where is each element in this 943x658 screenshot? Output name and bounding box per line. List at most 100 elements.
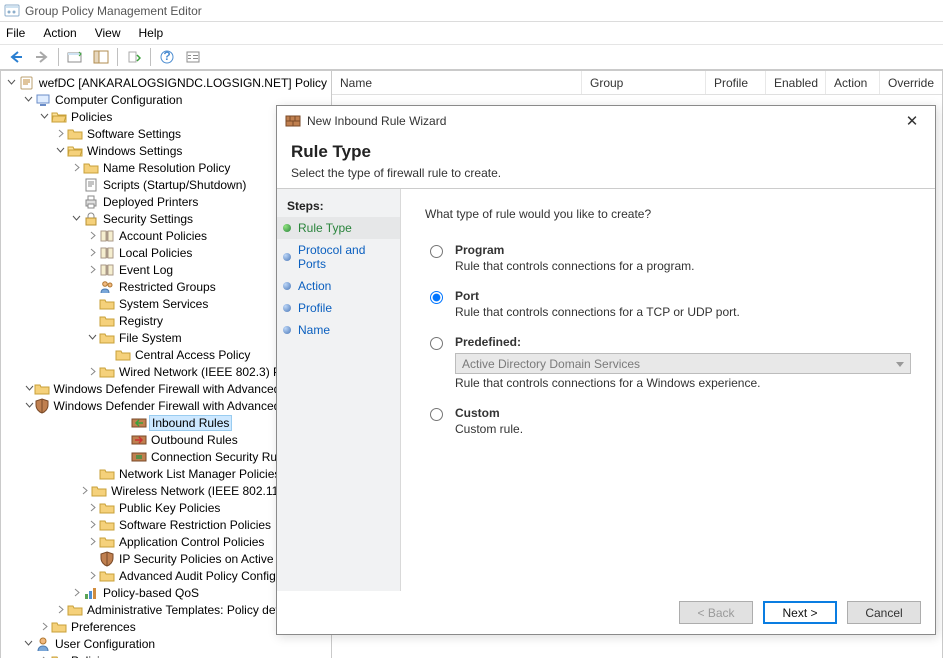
- step-rule-type[interactable]: Rule Type: [277, 217, 400, 239]
- collapse-icon[interactable]: [53, 144, 67, 158]
- collapse-icon[interactable]: [69, 212, 83, 226]
- menu-bar: File Action View Help: [0, 22, 943, 44]
- folder-icon: [34, 381, 50, 397]
- menu-file[interactable]: File: [6, 26, 25, 40]
- menu-view[interactable]: View: [95, 26, 121, 40]
- tree-label: Registry: [119, 314, 163, 328]
- option-predefined[interactable]: Predefined: Active Directory Domain Serv…: [425, 335, 911, 390]
- col-override[interactable]: Override: [880, 71, 942, 94]
- browse-button[interactable]: [63, 46, 87, 68]
- col-action[interactable]: Action: [826, 71, 880, 94]
- no-expander: [85, 314, 99, 328]
- expand-icon[interactable]: [85, 229, 99, 243]
- collapse-icon[interactable]: [25, 382, 34, 396]
- close-button[interactable]: ✕: [897, 109, 927, 133]
- tree-label: Central Access Policy: [135, 348, 250, 362]
- wizard-header: Rule Type Select the type of firewall ru…: [277, 136, 935, 189]
- expand-icon[interactable]: [37, 654, 51, 658]
- scroll-icon: [19, 75, 35, 91]
- expand-icon[interactable]: [85, 365, 99, 379]
- window-title: Group Policy Management Editor: [25, 4, 202, 18]
- expand-icon[interactable]: [85, 518, 99, 532]
- tree-label: Connection Security Rules: [151, 450, 292, 464]
- option-custom[interactable]: Custom Custom rule.: [425, 406, 911, 436]
- folder-icon: [67, 602, 83, 618]
- expand-icon[interactable]: [85, 246, 99, 260]
- step-action[interactable]: Action: [277, 275, 400, 297]
- back-button[interactable]: < Back: [679, 601, 753, 624]
- collapse-icon[interactable]: [37, 110, 51, 124]
- back-button[interactable]: [4, 46, 28, 68]
- folder-icon: [99, 296, 115, 312]
- tree-label: Security Settings: [103, 212, 193, 226]
- radio-port[interactable]: [430, 291, 443, 304]
- expand-icon[interactable]: [78, 484, 91, 498]
- collapse-icon[interactable]: [21, 637, 35, 651]
- toolbar-separator: [58, 48, 59, 66]
- option-program[interactable]: Program Rule that controls connections f…: [425, 243, 911, 273]
- show-hide-tree-button[interactable]: [89, 46, 113, 68]
- cancel-button[interactable]: Cancel: [847, 601, 921, 624]
- tree-label: Local Policies: [119, 246, 192, 260]
- folderopen-icon: [67, 143, 83, 159]
- menu-help[interactable]: Help: [139, 26, 164, 40]
- tree-label: Account Policies: [119, 229, 207, 243]
- user-icon: [35, 636, 51, 652]
- no-expander: [85, 297, 99, 311]
- collapse-icon[interactable]: [85, 331, 99, 345]
- radio-predefined[interactable]: [430, 337, 443, 350]
- collapse-icon[interactable]: [25, 399, 34, 413]
- folder-icon: [99, 330, 115, 346]
- help-button[interactable]: ?: [155, 46, 179, 68]
- radio-program[interactable]: [430, 245, 443, 258]
- tree-label: Inbound Rules: [149, 415, 232, 431]
- no-expander: [85, 552, 99, 566]
- expand-icon[interactable]: [53, 127, 67, 141]
- book-icon: [99, 228, 115, 244]
- col-name[interactable]: Name: [332, 71, 582, 94]
- expand-icon[interactable]: [69, 161, 83, 175]
- next-button[interactable]: Next >: [763, 601, 837, 624]
- expand-icon[interactable]: [85, 569, 99, 583]
- radio-custom[interactable]: [430, 408, 443, 421]
- tree-label: Policies: [71, 654, 112, 658]
- folder-icon: [99, 466, 115, 482]
- tree-node-root[interactable]: wefDC [ANKARALOGSIGNDC.LOGSIGN.NET] Poli…: [1, 74, 331, 91]
- collapse-icon[interactable]: [21, 93, 35, 107]
- tree-label: File System: [119, 331, 182, 345]
- toolbar-separator: [117, 48, 118, 66]
- col-group[interactable]: Group: [582, 71, 706, 94]
- tree-node-user-config[interactable]: User Configuration: [1, 635, 331, 652]
- option-port-desc: Rule that controls connections for a TCP…: [455, 305, 740, 319]
- expand-icon[interactable]: [69, 586, 83, 600]
- tree-label: Policies: [71, 110, 112, 124]
- collapse-icon[interactable]: [5, 76, 19, 90]
- wizard-title: New Inbound Rule Wizard: [307, 114, 446, 128]
- toolbar: ?: [0, 44, 943, 70]
- users-icon: [99, 279, 115, 295]
- expand-icon[interactable]: [85, 263, 99, 277]
- tree-label: Preferences: [71, 620, 136, 634]
- option-port[interactable]: Port Rule that controls connections for …: [425, 289, 911, 319]
- tree-node-u-policies[interactable]: Policies: [1, 652, 331, 658]
- tree-label: Outbound Rules: [151, 433, 238, 447]
- printer-icon: [83, 194, 99, 210]
- col-profile[interactable]: Profile: [706, 71, 766, 94]
- tree-label: User Configuration: [55, 637, 155, 651]
- expand-icon[interactable]: [85, 501, 99, 515]
- expand-icon[interactable]: [85, 535, 99, 549]
- menu-action[interactable]: Action: [43, 26, 76, 40]
- wizard-heading: Rule Type: [291, 142, 921, 162]
- step-profile[interactable]: Profile: [277, 297, 400, 319]
- col-enabled[interactable]: Enabled: [766, 71, 826, 94]
- expand-icon[interactable]: [53, 603, 67, 617]
- no-expander: [85, 467, 99, 481]
- filter-button[interactable]: [181, 46, 205, 68]
- step-name[interactable]: Name: [277, 319, 400, 341]
- step-protocol-ports[interactable]: Protocol and Ports: [277, 239, 400, 275]
- folder-icon: [83, 160, 99, 176]
- computer-icon: [35, 92, 51, 108]
- forward-button[interactable]: [30, 46, 54, 68]
- expand-icon[interactable]: [37, 620, 51, 634]
- export-button[interactable]: [122, 46, 146, 68]
